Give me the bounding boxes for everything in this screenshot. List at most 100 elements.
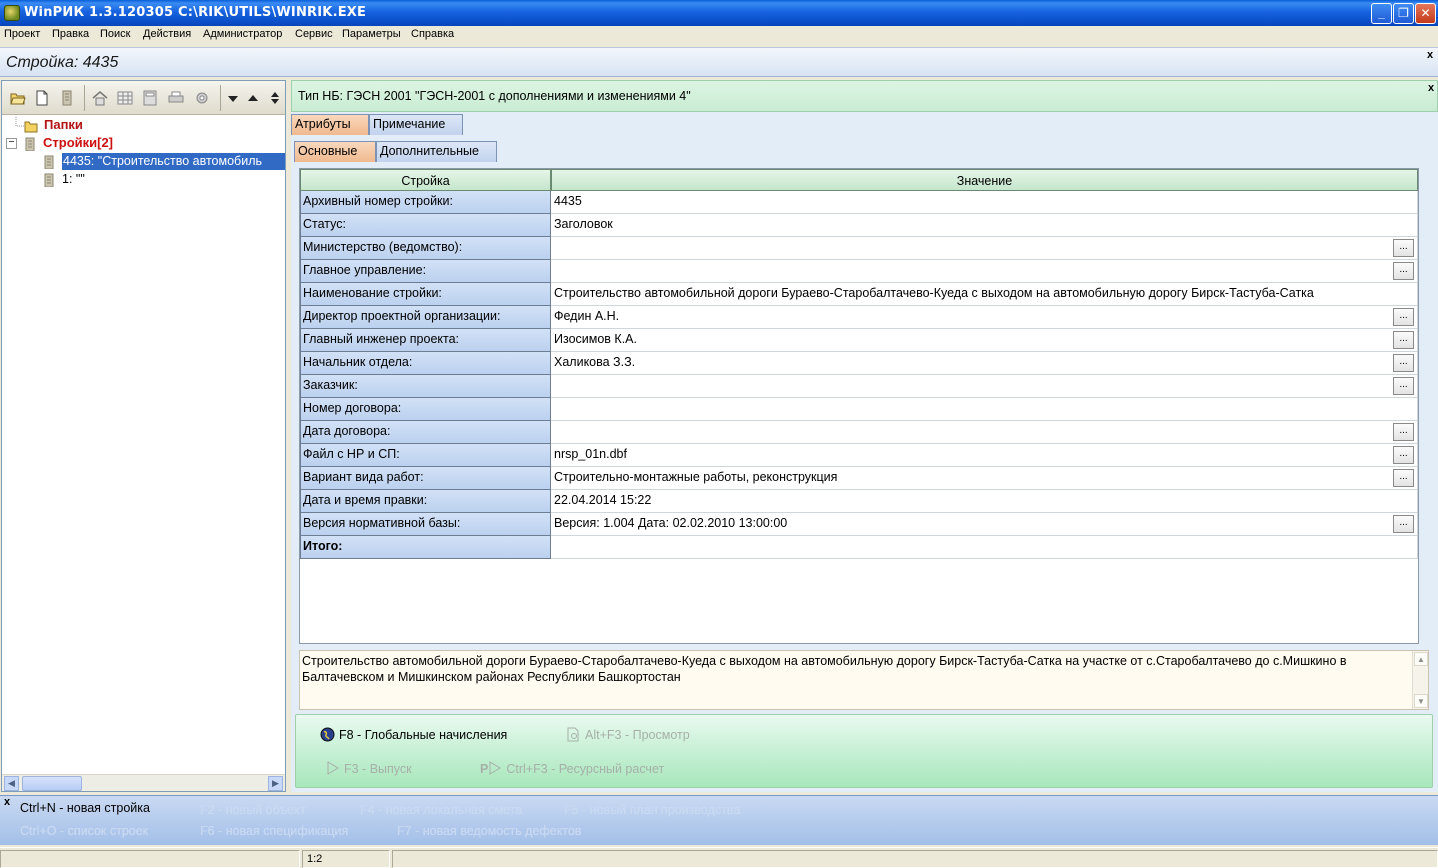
- scroll-down-icon[interactable]: ▼: [1414, 694, 1428, 708]
- table-row[interactable]: Директор проектной организации: Федин А.…: [300, 306, 1418, 329]
- preview-label: Alt+F3 - Просмотр: [585, 728, 690, 742]
- table-row[interactable]: Итого:: [300, 536, 1418, 559]
- hint-new-local[interactable]: F4 - новая локальная смета: [360, 803, 522, 817]
- hint-new-spec[interactable]: F6 - новая спецификация: [200, 824, 348, 838]
- table-row[interactable]: Вариант вида работ: Строительно-монтажны…: [300, 467, 1418, 490]
- release-action[interactable]: F3 - Выпуск: [326, 761, 412, 776]
- row-label: Заказчик:: [300, 375, 551, 398]
- row-value[interactable]: [551, 421, 1418, 444]
- row-value[interactable]: Строительно-монтажные работы, реконструк…: [551, 467, 1418, 490]
- tab-additional[interactable]: Дополнительные: [376, 141, 497, 162]
- preview-action[interactable]: Alt+F3 - Просмотр: [566, 727, 690, 742]
- menu-search[interactable]: Поиск: [100, 28, 130, 40]
- close-button[interactable]: ✕: [1415, 3, 1436, 24]
- scroll-right-icon[interactable]: ▶: [268, 776, 283, 791]
- hints-close-icon[interactable]: x: [4, 796, 10, 808]
- table-row[interactable]: Дата договора: ...: [300, 421, 1418, 444]
- move-up-icon[interactable]: [245, 90, 261, 106]
- scroll-left-icon[interactable]: ◀: [4, 776, 19, 791]
- print-icon[interactable]: [168, 90, 184, 106]
- menu-help[interactable]: Справка: [411, 28, 454, 40]
- sort-icon[interactable]: [267, 90, 283, 106]
- tree-item[interactable]: 4435: "Строительство автомобиль: [42, 152, 285, 171]
- menu-params[interactable]: Параметры: [342, 28, 401, 40]
- table-row[interactable]: Номер договора:: [300, 398, 1418, 421]
- scroll-up-icon[interactable]: ▲: [1414, 652, 1428, 666]
- table-row[interactable]: Главное управление: ...: [300, 260, 1418, 283]
- menu-service[interactable]: Сервис: [295, 28, 333, 40]
- hint-new-defects[interactable]: F7 - новая ведомость дефектов: [397, 824, 581, 838]
- menu-actions[interactable]: Действия: [143, 28, 191, 40]
- collapse-icon[interactable]: −: [6, 138, 17, 150]
- table-row[interactable]: Главный инженер проекта: Изосимов К.А. .…: [300, 329, 1418, 352]
- row-value[interactable]: [551, 237, 1418, 260]
- row-value[interactable]: Версия: 1.004 Дата: 02.02.2010 13:00:00: [551, 513, 1418, 536]
- ellipsis-button[interactable]: ...: [1393, 308, 1414, 326]
- calculator-icon[interactable]: [142, 90, 158, 106]
- minimize-button[interactable]: _: [1371, 3, 1392, 24]
- row-label: Главный инженер проекта:: [300, 329, 551, 352]
- settings-icon[interactable]: [194, 90, 210, 106]
- row-value[interactable]: Федин А.Н.: [551, 306, 1418, 329]
- ellipsis-button[interactable]: ...: [1393, 239, 1414, 257]
- tab-attributes[interactable]: Атрибуты: [291, 114, 369, 135]
- table-row[interactable]: Наименование стройки: Строительство авто…: [300, 283, 1418, 306]
- table-row[interactable]: Начальник отдела: Халикова З.З. ...: [300, 352, 1418, 375]
- norm-base-close-icon[interactable]: x: [1428, 82, 1434, 94]
- move-down-icon[interactable]: [225, 90, 241, 106]
- table-row[interactable]: Заказчик: ...: [300, 375, 1418, 398]
- project-close-icon[interactable]: x: [1427, 49, 1433, 61]
- ellipsis-button[interactable]: ...: [1393, 446, 1414, 464]
- ellipsis-button[interactable]: ...: [1393, 354, 1414, 372]
- ellipsis-button[interactable]: ...: [1393, 515, 1414, 533]
- tree-projects[interactable]: − Стройки[2]: [6, 134, 113, 152]
- table-icon[interactable]: [117, 90, 133, 106]
- row-value[interactable]: nrsp_01n.dbf: [551, 444, 1418, 467]
- row-value[interactable]: Заголовок: [551, 214, 1418, 237]
- ellipsis-button[interactable]: ...: [1393, 377, 1414, 395]
- note-scrollbar[interactable]: ▲ ▼: [1412, 651, 1428, 709]
- hint-new-project[interactable]: Ctrl+N - новая стройка: [20, 801, 150, 815]
- global-charges-action[interactable]: F8 - Глобальные начисления: [320, 727, 507, 742]
- table-row[interactable]: Дата и время правки: 22.04.2014 15:22: [300, 490, 1418, 513]
- maximize-button[interactable]: ❐: [1393, 3, 1414, 24]
- tab-main[interactable]: Основные: [294, 141, 376, 162]
- table-row[interactable]: Версия нормативной базы: Версия: 1.004 Д…: [300, 513, 1418, 536]
- column-header-project[interactable]: Стройка: [300, 169, 551, 191]
- column-header-value[interactable]: Значение: [551, 169, 1418, 191]
- table-row[interactable]: Архивный номер стройки: 4435: [300, 191, 1418, 214]
- row-value[interactable]: Строительство автомобильной дороги Бурае…: [551, 283, 1418, 306]
- hint-new-plan[interactable]: F5 - новый план производства: [564, 803, 740, 817]
- row-value[interactable]: [551, 260, 1418, 283]
- hint-list[interactable]: Ctrl+O - список строек: [20, 824, 148, 838]
- ellipsis-button[interactable]: ...: [1393, 423, 1414, 441]
- open-folder-icon[interactable]: [10, 90, 26, 106]
- table-row[interactable]: Файл с НР и СП: nrsp_01n.dbf ...: [300, 444, 1418, 467]
- building-icon[interactable]: [59, 90, 75, 106]
- home-icon[interactable]: [92, 90, 108, 106]
- menu-admin[interactable]: Администратор: [203, 28, 282, 40]
- ellipsis-button[interactable]: ...: [1393, 469, 1414, 487]
- row-label: Министерство (ведомство):: [300, 237, 551, 260]
- menu-edit[interactable]: Правка: [52, 28, 89, 40]
- note-textarea[interactable]: Строительство автомобильной дороги Бурае…: [299, 650, 1429, 710]
- table-row[interactable]: Статус: Заголовок: [300, 214, 1418, 237]
- row-value[interactable]: Халикова З.З.: [551, 352, 1418, 375]
- row-value[interactable]: 4435: [551, 191, 1418, 214]
- table-row[interactable]: Министерство (ведомство): ...: [300, 237, 1418, 260]
- row-value[interactable]: Изосимов К.А.: [551, 329, 1418, 352]
- scroll-thumb[interactable]: [22, 776, 82, 791]
- menu-project[interactable]: Проект: [4, 28, 40, 40]
- resource-calc-action[interactable]: P Ctrl+F3 - Ресурсный расчет: [480, 761, 664, 776]
- tab-notes[interactable]: Примечание: [369, 114, 463, 135]
- tree-folders[interactable]: Папки: [10, 116, 83, 134]
- tree-horizontal-scrollbar[interactable]: ◀ ▶: [2, 774, 285, 791]
- ellipsis-button[interactable]: ...: [1393, 262, 1414, 280]
- row-value[interactable]: [551, 375, 1418, 398]
- row-value[interactable]: 22.04.2014 15:22: [551, 490, 1418, 513]
- row-value[interactable]: [551, 398, 1418, 421]
- tree-item[interactable]: 1: "": [42, 170, 85, 188]
- new-document-icon[interactable]: [34, 90, 50, 106]
- ellipsis-button[interactable]: ...: [1393, 331, 1414, 349]
- hint-new-object[interactable]: F2 - новый объект: [200, 803, 305, 817]
